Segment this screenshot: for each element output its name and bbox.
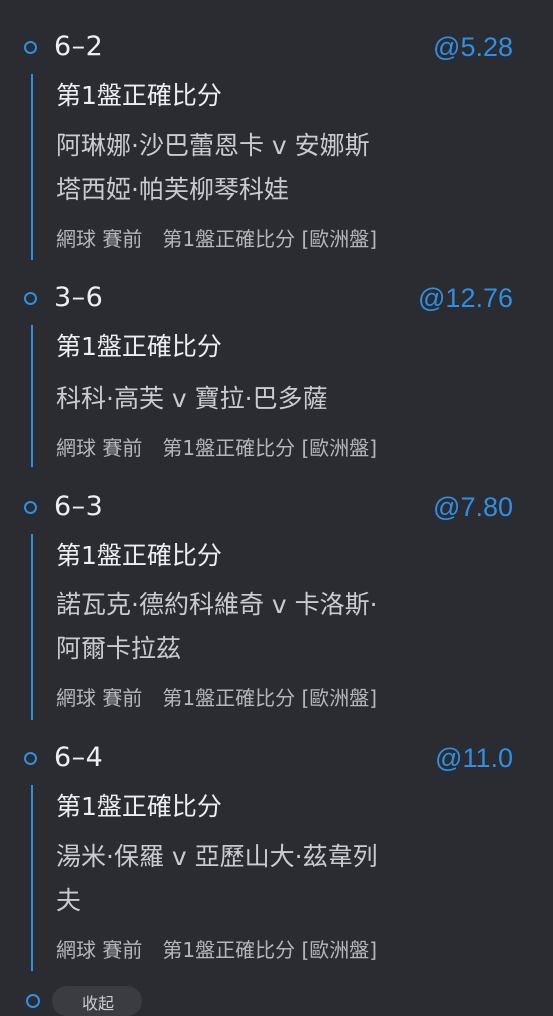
event-name: 科科·高芙 v 寶拉·巴多薩 <box>56 377 456 421</box>
selection-score: 6–2 <box>54 31 104 62</box>
selection-header: 3–6 @12.76 <box>0 281 553 321</box>
bet-selection-list: 6–2 @5.28 第1盤正確比分 阿琳娜·沙巴蕾恩卡 v 安娜斯 塔西婭·帕芙… <box>0 0 553 1016</box>
market-name: 第1盤正確比分 <box>56 792 222 821</box>
selection-timeline-line <box>31 785 33 971</box>
market-name: 第1盤正確比分 <box>56 81 222 110</box>
selection-timeline-line <box>31 74 33 260</box>
selection-meta: 網球 賽前 第1盤正確比分 [歐洲盤] <box>56 938 378 962</box>
event-line: 阿爾卡拉茲 <box>56 634 182 663</box>
selection-meta: 網球 賽前 第1盤正確比分 [歐洲盤] <box>56 436 378 460</box>
event-name: 湯米·保羅 v 亞歷山大·茲韋列 夫 <box>56 835 456 923</box>
selection-score: 6–3 <box>54 491 104 522</box>
selection-timeline-line <box>31 534 33 720</box>
market-name: 第1盤正確比分 <box>56 541 222 570</box>
radio-ring-icon[interactable] <box>24 501 37 514</box>
selection-odds: @12.76 <box>418 283 513 313</box>
selection-meta: 網球 賽前 第1盤正確比分 [歐洲盤] <box>56 227 378 251</box>
event-line: 湯米·保羅 v 亞歷山大·茲韋列 <box>56 842 378 871</box>
selection-score: 6–4 <box>54 742 104 773</box>
collapse-button-label: 收起 <box>82 994 115 1013</box>
selection-header: 6–3 @7.80 <box>0 490 553 530</box>
event-line: 夫 <box>56 886 82 915</box>
selection-meta: 網球 賽前 第1盤正確比分 [歐洲盤] <box>56 686 378 710</box>
radio-ring-icon[interactable] <box>24 41 37 54</box>
event-line: 阿琳娜·沙巴蕾恩卡 v 安娜斯 <box>56 131 370 160</box>
event-line: 塔西婭·帕芙柳琴科娃 <box>56 175 289 204</box>
selection-timeline-line <box>31 325 33 467</box>
selection-odds: @11.0 <box>435 743 513 773</box>
selection-score: 3–6 <box>54 282 104 313</box>
selection-odds: @7.80 <box>433 492 513 522</box>
selection-odds: @5.28 <box>433 32 513 62</box>
radio-ring-icon <box>26 994 40 1008</box>
bet-selection[interactable]: 3–6 @12.76 第1盤正確比分 科科·高芙 v 寶拉·巴多薩 網球 賽前 … <box>0 281 553 471</box>
bet-selection[interactable]: 6–4 @11.0 第1盤正確比分 湯米·保羅 v 亞歷山大·茲韋列 夫 網球 … <box>0 741 553 973</box>
bet-selection[interactable]: 6–2 @5.28 第1盤正確比分 阿琳娜·沙巴蕾恩卡 v 安娜斯 塔西婭·帕芙… <box>0 30 553 262</box>
bet-selection[interactable]: 6–3 @7.80 第1盤正確比分 諾瓦克·德約科維奇 v 卡洛斯· 阿爾卡拉茲… <box>0 490 553 722</box>
collapse-button[interactable]: 收起 <box>52 986 142 1016</box>
event-name: 諾瓦克·德約科維奇 v 卡洛斯· 阿爾卡拉茲 <box>56 583 456 671</box>
market-name: 第1盤正確比分 <box>56 332 222 361</box>
event-name: 阿琳娜·沙巴蕾恩卡 v 安娜斯 塔西婭·帕芙柳琴科娃 <box>56 124 456 212</box>
radio-ring-icon[interactable] <box>24 752 37 765</box>
event-line: 諾瓦克·德約科維奇 v 卡洛斯· <box>56 590 378 619</box>
selection-header: 6–4 @11.0 <box>0 741 553 781</box>
radio-ring-icon[interactable] <box>24 292 37 305</box>
selection-header: 6–2 @5.28 <box>0 30 553 70</box>
event-line: 科科·高芙 v 寶拉·巴多薩 <box>56 384 328 413</box>
